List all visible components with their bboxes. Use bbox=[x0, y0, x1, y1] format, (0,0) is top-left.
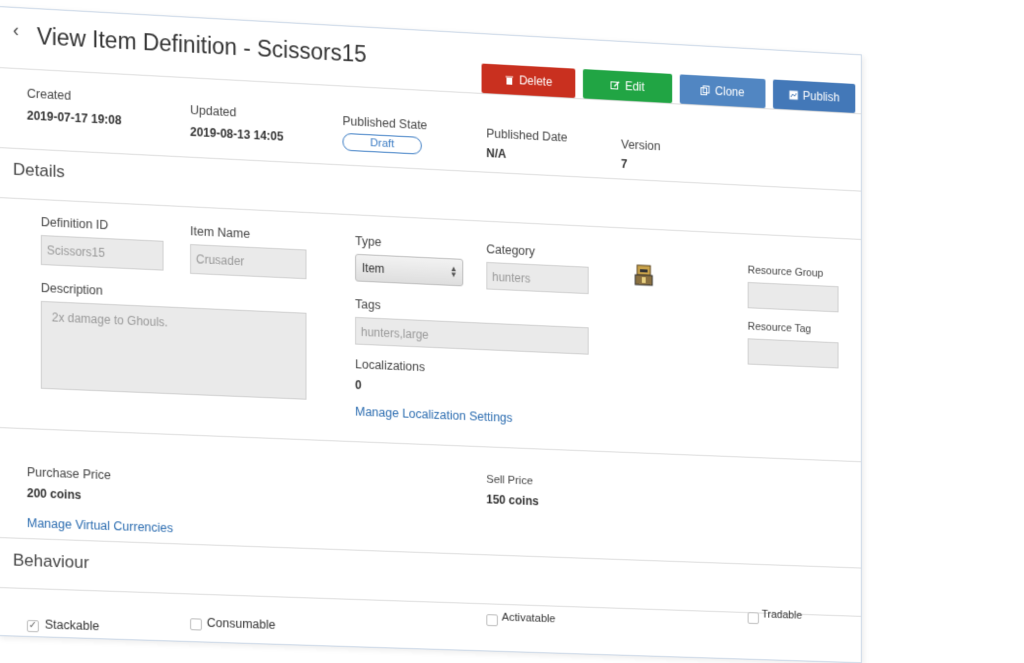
sell-price-value: 150 coins bbox=[486, 492, 539, 509]
consumable-checkbox[interactable] bbox=[190, 618, 202, 631]
version-label: Version bbox=[620, 137, 661, 154]
updated-value: 2019-08-13 14:05 bbox=[190, 124, 284, 144]
divider bbox=[0, 147, 861, 192]
details-heading: Details bbox=[12, 159, 65, 182]
tags-label: Tags bbox=[355, 297, 381, 313]
publish-icon bbox=[789, 90, 798, 100]
type-select-value: Item bbox=[361, 261, 385, 276]
check-icon: ✓ bbox=[28, 619, 38, 632]
publish-button-label: Publish bbox=[802, 88, 840, 105]
trash-icon bbox=[505, 76, 514, 85]
divider bbox=[0, 537, 861, 569]
clone-icon bbox=[701, 85, 710, 95]
chevron-left-icon[interactable]: ‹ bbox=[13, 20, 19, 41]
publish-button[interactable]: Publish bbox=[772, 79, 856, 114]
item-name-label: Item Name bbox=[190, 224, 251, 241]
purchase-price-label: Purchase Price bbox=[26, 465, 111, 483]
activatable-label: Activatable bbox=[501, 611, 556, 626]
manage-localization-link[interactable]: Manage Localization Settings bbox=[355, 405, 512, 425]
clone-button-label: Clone bbox=[714, 84, 745, 100]
stackable-label: Stackable bbox=[44, 617, 100, 634]
description-field[interactable]: 2x damage to Ghouls. bbox=[40, 300, 307, 400]
resource-tag-field[interactable] bbox=[747, 338, 839, 369]
resource-tag-label: Resource Tag bbox=[747, 320, 812, 336]
created-label: Created bbox=[26, 86, 72, 103]
divider bbox=[0, 427, 861, 463]
item-definition-card: ‹ View Item Definition - Scissors15 Dele… bbox=[0, 6, 862, 663]
type-label: Type bbox=[355, 234, 382, 250]
version-value: 7 bbox=[620, 157, 628, 172]
stackable-checkbox[interactable]: ✓ bbox=[26, 619, 39, 633]
item-thumbnail-icon bbox=[632, 263, 655, 287]
resource-group-field[interactable] bbox=[747, 281, 839, 313]
behaviour-heading: Behaviour bbox=[12, 550, 90, 573]
item-name-field[interactable]: Crusader bbox=[190, 244, 307, 280]
localizations-value: 0 bbox=[355, 378, 362, 393]
tradable-label: Tradable bbox=[761, 608, 803, 622]
page-title: View Item Definition - Scissors15 bbox=[36, 23, 367, 68]
edit-icon bbox=[611, 80, 621, 90]
delete-button-label: Delete bbox=[519, 73, 553, 89]
definition-id-field[interactable]: Scissors15 bbox=[40, 235, 164, 271]
tradable-checkbox[interactable] bbox=[747, 612, 759, 625]
published-date-value: N/A bbox=[486, 146, 507, 161]
divider bbox=[0, 197, 861, 240]
definition-id-label: Definition ID bbox=[40, 215, 109, 233]
edit-button[interactable]: Edit bbox=[582, 69, 673, 104]
manage-currencies-link[interactable]: Manage Virtual Currencies bbox=[27, 516, 173, 535]
edit-button-label: Edit bbox=[624, 79, 645, 94]
created-value: 2019-07-17 19:08 bbox=[26, 108, 122, 128]
updated-label: Updated bbox=[190, 103, 237, 120]
clone-button[interactable]: Clone bbox=[679, 74, 766, 109]
select-arrows-icon: ▲ ▼ bbox=[449, 264, 458, 280]
published-state-badge: Draft bbox=[342, 132, 422, 155]
divider bbox=[0, 587, 861, 617]
purchase-price-value: 200 coins bbox=[26, 486, 82, 503]
category-field[interactable]: hunters bbox=[486, 261, 589, 295]
published-date-label: Published Date bbox=[486, 126, 568, 145]
consumable-label: Consumable bbox=[206, 615, 276, 632]
localizations-label: Localizations bbox=[355, 357, 426, 375]
category-label: Category bbox=[486, 242, 535, 259]
published-state-label: Published State bbox=[342, 114, 428, 133]
delete-button[interactable]: Delete bbox=[481, 63, 576, 98]
type-select[interactable]: Item ▲ ▼ bbox=[355, 253, 464, 287]
sell-price-label: Sell Price bbox=[486, 473, 533, 488]
resource-group-label: Resource Group bbox=[747, 264, 824, 280]
activatable-checkbox[interactable] bbox=[486, 614, 498, 627]
description-label: Description bbox=[40, 280, 103, 298]
tags-field[interactable]: hunters,large bbox=[355, 316, 589, 355]
